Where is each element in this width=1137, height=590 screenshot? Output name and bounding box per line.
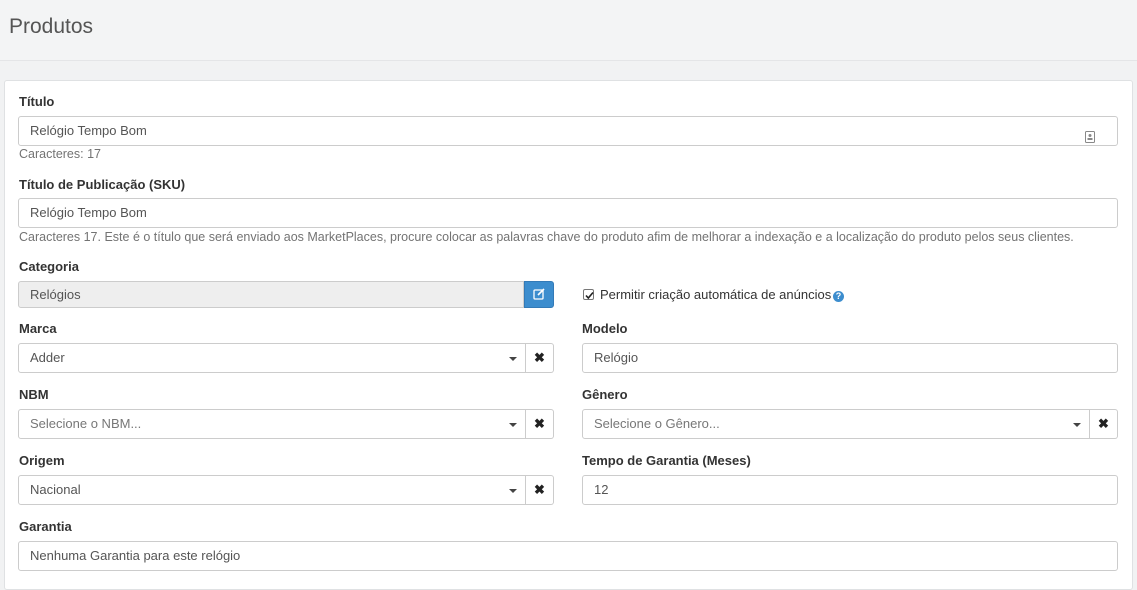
categoria-value: Relógios xyxy=(30,287,81,302)
tempo-garantia-label: Tempo de Garantia (Meses) xyxy=(582,453,751,468)
genero-clear-button[interactable]: ✖ xyxy=(1090,409,1118,439)
nbm-placeholder: Selecione o NBM... xyxy=(30,416,142,431)
genero-select[interactable]: Selecione o Gênero... xyxy=(582,409,1090,439)
genero-label: Gênero xyxy=(582,387,628,402)
marca-select[interactable]: Adder xyxy=(18,343,526,373)
edit-icon xyxy=(533,288,545,300)
origem-clear-button[interactable]: ✖ xyxy=(526,475,554,505)
marca-clear-button[interactable]: ✖ xyxy=(526,343,554,373)
page-header: Produtos xyxy=(0,0,1137,61)
titulo-input[interactable]: Relógio Tempo Bom xyxy=(18,116,1118,146)
check-icon xyxy=(585,291,594,300)
tempo-garantia-value: 12 xyxy=(594,482,609,497)
close-icon: ✖ xyxy=(534,350,545,365)
titulo-publicacao-input[interactable]: Relógio Tempo Bom xyxy=(18,198,1118,228)
marca-label: Marca xyxy=(19,321,57,336)
modelo-label: Modelo xyxy=(582,321,628,336)
titulo-value: Relógio Tempo Bom xyxy=(30,123,147,138)
modelo-value: Relógio xyxy=(594,350,639,365)
origem-select[interactable]: Nacional xyxy=(18,475,526,505)
titulo-char-count: Caracteres: 17 xyxy=(19,147,101,161)
modelo-input[interactable]: Relógio xyxy=(582,343,1118,373)
caret-down-icon xyxy=(509,357,517,361)
origem-value: Nacional xyxy=(30,482,81,497)
tempo-garantia-input[interactable]: 12 xyxy=(582,475,1118,505)
garantia-label: Garantia xyxy=(19,519,72,534)
caret-down-icon xyxy=(509,489,517,493)
titulo-publicacao-value: Relógio Tempo Bom xyxy=(30,205,147,220)
nbm-label: NBM xyxy=(19,387,49,402)
close-icon: ✖ xyxy=(1098,416,1109,431)
garantia-value: Nenhuma Garantia para este relógio xyxy=(30,548,241,563)
titulo-label: Título xyxy=(19,94,55,109)
question-icon[interactable]: ? xyxy=(833,291,844,302)
garantia-input[interactable]: Nenhuma Garantia para este relógio xyxy=(18,541,1118,571)
marca-value: Adder xyxy=(30,350,65,365)
nbm-select[interactable]: Selecione o NBM... xyxy=(18,409,526,439)
edit-categoria-button[interactable] xyxy=(524,281,554,308)
page-title: Produtos xyxy=(9,15,94,38)
product-form-panel xyxy=(4,80,1133,590)
close-icon: ✖ xyxy=(534,416,545,431)
permitir-anuncios-label[interactable]: Permitir criação automática de anúncios xyxy=(600,287,831,302)
permitir-anuncios-checkbox[interactable] xyxy=(583,289,594,300)
genero-placeholder: Selecione o Gênero... xyxy=(594,416,720,431)
titulo-publicacao-help: Caracteres 17. Este é o título que será … xyxy=(19,230,1074,244)
contact-card-icon[interactable] xyxy=(1085,125,1095,143)
titulo-publicacao-label: Título de Publicação (SKU) xyxy=(19,177,186,192)
nbm-clear-button[interactable]: ✖ xyxy=(526,409,554,439)
categoria-label: Categoria xyxy=(19,259,79,274)
origem-label: Origem xyxy=(19,453,65,468)
categoria-input: Relógios xyxy=(18,281,524,308)
caret-down-icon xyxy=(1073,423,1081,427)
caret-down-icon xyxy=(509,423,517,427)
close-icon: ✖ xyxy=(534,482,545,497)
